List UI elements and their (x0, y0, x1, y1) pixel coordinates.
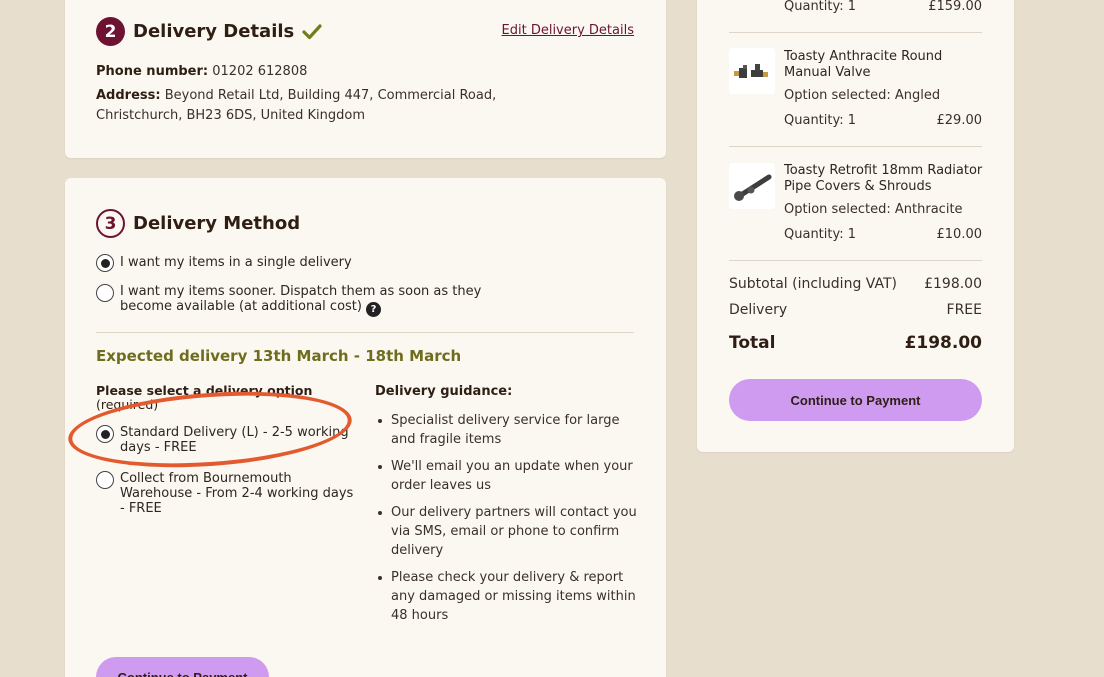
help-icon[interactable]: ? (365, 302, 381, 317)
expected-delivery-heading: Expected delivery 13th March - 18th Marc… (96, 347, 462, 365)
collect-line-3: - FREE (120, 501, 162, 516)
item-option: Option selected: Anthracite (784, 202, 963, 217)
continue-to-payment-button[interactable]: Continue to Payment (96, 657, 269, 677)
delivery-method-header: 3 Delivery Method (96, 209, 300, 238)
delivery-details-header: 2 Delivery Details (96, 17, 322, 46)
item-quantity: Quantity: 1 (784, 227, 857, 242)
delivery-method-title: Delivery Method (133, 213, 301, 234)
pipe-cover-product-thumbnail (729, 163, 775, 209)
collect-warehouse-option[interactable]: Collect from Bournemouth Warehouse - Fro… (96, 471, 353, 516)
item-price: £159.00 (928, 0, 982, 14)
continue-to-payment-button[interactable]: Continue to Payment (729, 379, 982, 421)
delivery-option-label: Please select a delivery option (require… (96, 384, 312, 412)
divider (729, 146, 982, 147)
checkmark-icon (302, 23, 322, 39)
sooner-line-1: I want my items sooner. Dispatch them as… (120, 284, 482, 299)
address-line-2: Christchurch, BH23 6DS, United Kingdom (96, 108, 365, 123)
sooner-delivery-option[interactable]: I want my items sooner. Dispatch them as… (96, 284, 481, 317)
sooner-delivery-radio[interactable] (96, 284, 114, 302)
phone-label: Phone number: (96, 64, 209, 79)
item-name: Toasty Retrofit 18mm Radiator Pipe Cover… (784, 163, 983, 194)
sooner-line-2: become available (at additional cost) (120, 299, 362, 314)
subtotal-value: £198.00 (924, 276, 982, 292)
required-note: (required) (96, 397, 159, 412)
delivery-guidance-title: Delivery guidance: (375, 384, 513, 399)
delivery-guidance-list: Specialist delivery service for large an… (375, 411, 637, 633)
item-quantity: Quantity: 1 (784, 113, 857, 128)
delivery-label: Delivery (729, 302, 788, 318)
delivery-option-title: Please select a delivery option (96, 383, 313, 398)
guidance-item: Please check your delivery & report any … (375, 568, 637, 625)
address-label: Address: (96, 88, 161, 103)
guidance-item: We'll email you an update when your orde… (375, 457, 637, 495)
item-price: £29.00 (936, 113, 983, 128)
guidance-item: Specialist delivery service for large an… (375, 411, 637, 449)
divider (729, 260, 982, 261)
delivery-row: Delivery FREE (729, 302, 982, 318)
standard-delivery-line-1: Standard Delivery (L) - 2-5 working (120, 425, 349, 440)
sooner-delivery-label: I want my items sooner. Dispatch them as… (120, 284, 481, 317)
item-name: Toasty Anthracite Round Manual Valve (784, 49, 943, 80)
standard-delivery-option[interactable]: Standard Delivery (L) - 2-5 working days… (96, 425, 349, 455)
address-line-1: Address: Beyond Retail Ltd, Building 447… (96, 86, 496, 106)
collect-line-2: Warehouse - From 2-4 working days (120, 486, 354, 501)
item-quantity: Quantity: 1 (784, 0, 857, 14)
single-delivery-radio[interactable] (96, 254, 114, 272)
edit-delivery-details-link[interactable]: Edit Delivery Details (502, 23, 634, 38)
delivery-value: FREE (946, 302, 982, 318)
order-summary-card: Quantity: 1 £159.00 Toasty Anthracite Ro… (697, 0, 1014, 452)
single-delivery-label: I want my items in a single delivery (120, 255, 352, 270)
standard-delivery-line-2: days - FREE (120, 440, 197, 455)
collect-line-1: Collect from Bournemouth (120, 471, 292, 486)
guidance-item: Our delivery partners will contact you v… (375, 503, 637, 560)
divider (96, 332, 634, 333)
item-price: £10.00 (936, 227, 983, 242)
valve-product-image (734, 64, 768, 78)
phone-value: 01202 612808 (212, 64, 308, 79)
total-label: Total (729, 333, 776, 353)
subtotal-row: Subtotal (including VAT) £198.00 (729, 276, 982, 292)
single-delivery-option[interactable]: I want my items in a single delivery (96, 254, 352, 272)
address-value-1: Beyond Retail Ltd, Building 447, Commerc… (164, 88, 497, 103)
standard-delivery-label: Standard Delivery (L) - 2-5 working days… (120, 425, 349, 455)
total-row: Total £198.00 (729, 333, 982, 353)
delivery-details-title: Delivery Details (133, 21, 295, 42)
collect-warehouse-label: Collect from Bournemouth Warehouse - Fro… (120, 471, 353, 516)
total-value: £198.00 (904, 333, 982, 353)
step-number-3: 3 (96, 209, 125, 238)
valve-product-thumbnail (729, 48, 775, 94)
step-number-2: 2 (96, 17, 125, 46)
delivery-method-card: 3 Delivery Method I want my items in a s… (65, 178, 666, 677)
phone-number-line: Phone number: 01202 612808 (96, 62, 307, 82)
collect-warehouse-radio[interactable] (96, 471, 114, 489)
pipe-cover-product-image (734, 174, 772, 201)
divider (729, 32, 982, 33)
subtotal-label: Subtotal (including VAT) (729, 276, 897, 292)
standard-delivery-radio[interactable] (96, 425, 114, 443)
delivery-details-card: 2 Delivery Details Edit Delivery Details… (65, 0, 666, 158)
item-option: Option selected: Angled (784, 88, 941, 103)
